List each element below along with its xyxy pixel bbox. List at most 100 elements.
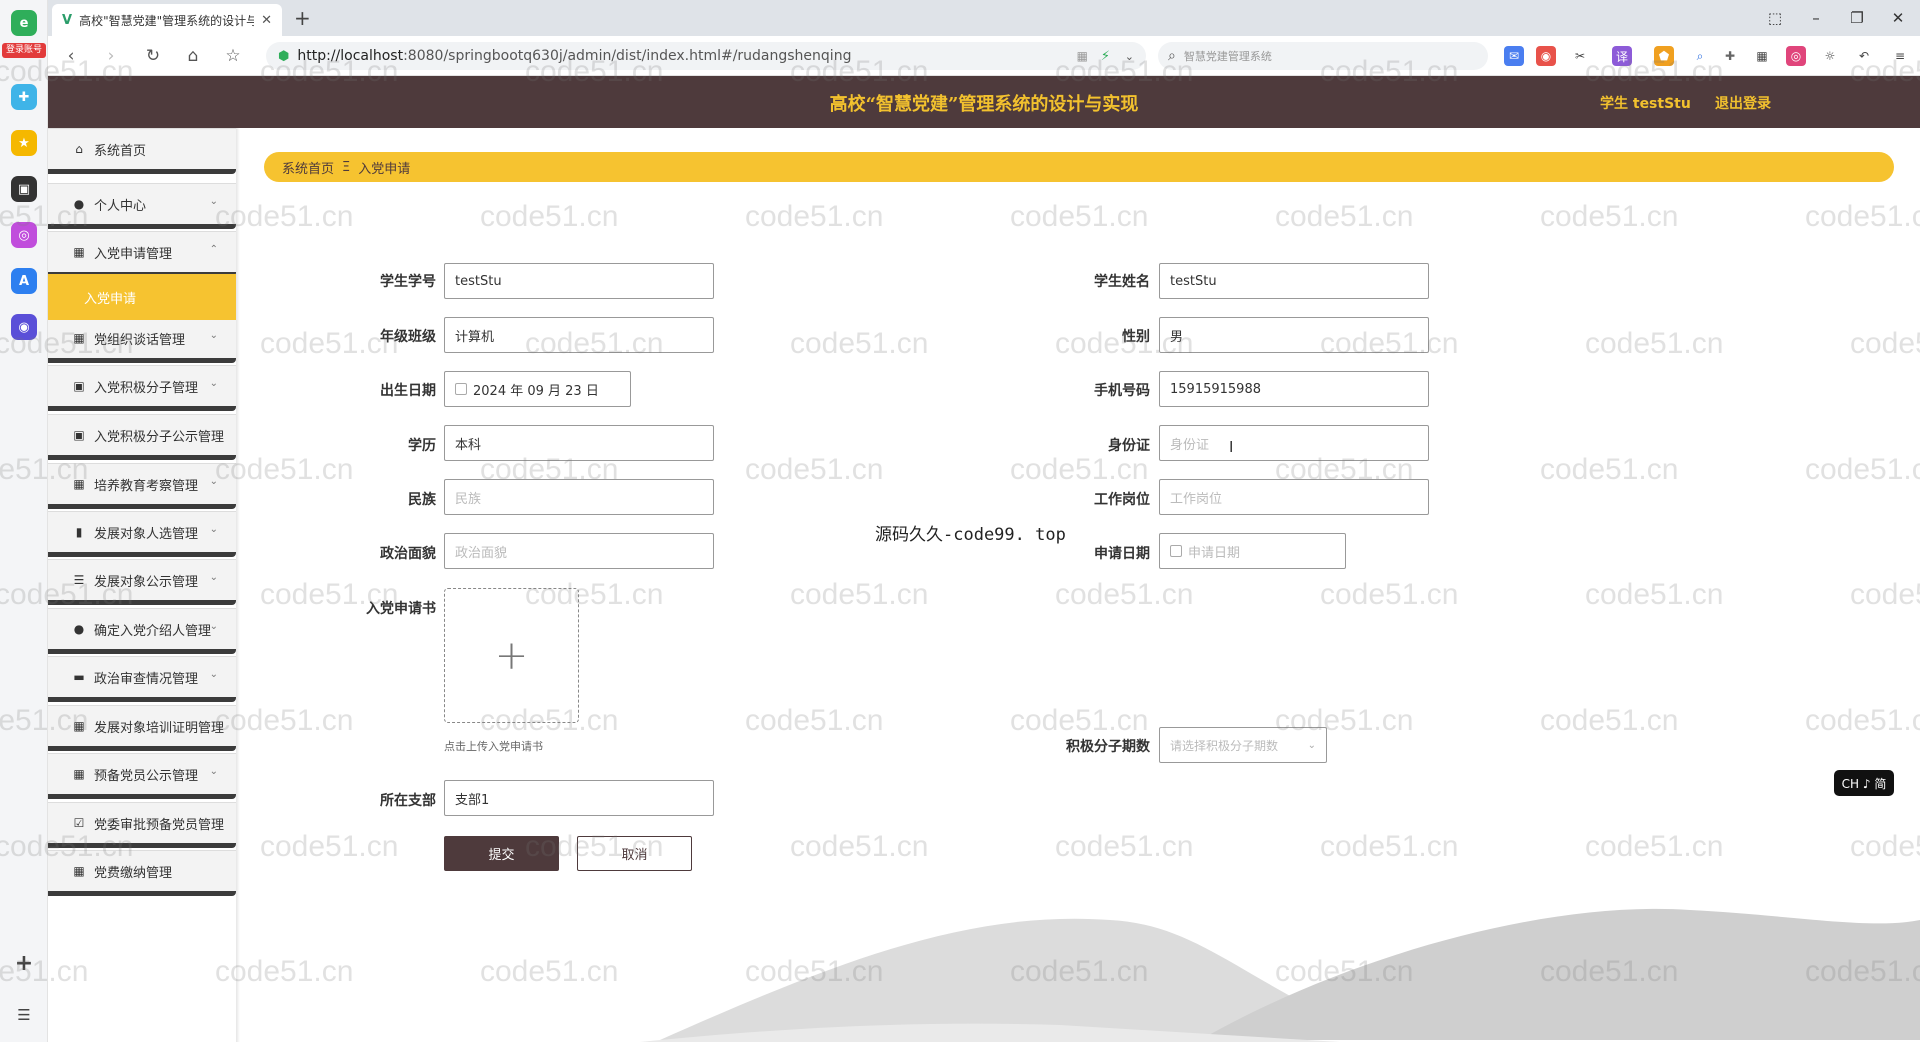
- sidebar-item[interactable]: ▦ 党费缴纳管理: [48, 850, 236, 896]
- chevron-down-icon: ⌄: [209, 330, 218, 341]
- url-dropdown-icon[interactable]: ⌄: [1125, 50, 1134, 63]
- undo-icon[interactable]: ↶: [1854, 46, 1874, 66]
- sidebar-item[interactable]: ● 确定入党介绍人管理 ⌄: [48, 608, 236, 654]
- apps-icon[interactable]: ✚: [11, 84, 37, 110]
- decorative-hills: [640, 908, 1920, 1042]
- class-field[interactable]: 计算机: [444, 317, 714, 353]
- new-tab-icon[interactable]: +: [294, 6, 311, 30]
- app-header: 高校“智慧党建”管理系统的设计与实现 学生 testStu 退出登录: [48, 76, 1920, 128]
- reload-icon[interactable]: ↻: [140, 44, 166, 68]
- idcard-field[interactable]: 身份证: [1159, 425, 1429, 461]
- ai-icon[interactable]: A: [11, 268, 37, 294]
- overlay-note: 源码久久-code99. top: [875, 525, 1066, 545]
- sidebar-item[interactable]: ▣ 入党积极分子公示管理: [48, 414, 236, 460]
- watermark-text: code51.cn: [1540, 704, 1679, 737]
- grid-icon: ▦: [73, 864, 85, 878]
- sidebar-item[interactable]: ▦ 发展对象培训证明管理: [48, 705, 236, 751]
- sidebar-item[interactable]: ▮ 发展对象人选管理 ⌄: [48, 511, 236, 557]
- sidebar-item-label: 预备党员公示管理: [94, 768, 199, 784]
- color-ext-icon[interactable]: ◎: [1786, 46, 1806, 66]
- submit-button[interactable]: 提交: [444, 836, 559, 871]
- tab-strip: V 高校"智慧党建"管理系统的设计与 ✕ + ⬚ – ❐ ✕: [48, 0, 1920, 36]
- period-select[interactable]: 请选择积极分子期数 ⌄: [1159, 727, 1327, 763]
- pin-icon[interactable]: ⬚: [1760, 6, 1790, 30]
- bookmark-star-icon[interactable]: ☆: [220, 44, 246, 68]
- student-name-field[interactable]: testStu: [1159, 263, 1429, 299]
- grid-apps-icon[interactable]: ▦: [1752, 46, 1772, 66]
- weibo-icon[interactable]: ◉: [1536, 46, 1556, 66]
- lightning-icon[interactable]: ⚡: [1101, 49, 1110, 64]
- favorites-icon[interactable]: ★: [11, 130, 37, 156]
- watermark-text: code51.cn: [745, 200, 884, 233]
- translate-icon[interactable]: 译: [1612, 46, 1632, 66]
- sidebar-item[interactable]: ☑ 党委审批预备党员管理: [48, 802, 236, 848]
- minimize-icon[interactable]: –: [1801, 6, 1831, 30]
- restore-icon[interactable]: ❐: [1842, 6, 1872, 30]
- shield-ext-icon[interactable]: ⬟: [1654, 46, 1674, 66]
- sidebar-item[interactable]: ☰ 发展对象公示管理 ⌄: [48, 559, 236, 605]
- robot-icon[interactable]: ◉: [11, 314, 37, 340]
- apply-date-field[interactable]: 申请日期: [1159, 533, 1346, 569]
- sidebar-item[interactable]: ▣ 入党积极分子管理 ⌄: [48, 365, 236, 411]
- student-no-field[interactable]: testStu: [444, 263, 714, 299]
- browser-menu-icon[interactable]: ≡: [1890, 46, 1910, 66]
- qr-icon[interactable]: ▦: [1077, 49, 1088, 63]
- home-page-icon[interactable]: ⌂: [180, 44, 206, 68]
- sidebar-item[interactable]: ▦ 入党申请管理 ⌃: [48, 231, 236, 277]
- calendar-icon: [1170, 545, 1182, 557]
- sidebar-item[interactable]: ● 个人中心 ⌄: [48, 183, 236, 229]
- sidebar-item[interactable]: ▦ 预备党员公示管理 ⌄: [48, 753, 236, 799]
- sidebar-item[interactable]: ▦ 党组织谈话管理 ⌄: [48, 317, 236, 363]
- forward-icon[interactable]: ›: [98, 44, 124, 68]
- watermark-text: code51.cn: [480, 955, 619, 988]
- political-status-field[interactable]: 政治面貌: [444, 533, 714, 569]
- add-icon[interactable]: +: [11, 950, 37, 976]
- browser-logo-icon[interactable]: e: [11, 10, 37, 36]
- logout-link[interactable]: 退出登录: [1715, 93, 1771, 113]
- scissors-icon[interactable]: ✂: [1570, 46, 1590, 66]
- sidebar-item-label: 个人中心: [94, 198, 147, 214]
- game-icon[interactable]: ▣: [11, 176, 37, 202]
- grid-icon: ▦: [73, 767, 85, 781]
- monitor-icon: ▬: [73, 670, 85, 684]
- sidebar-subitem-active[interactable]: 入党申请: [48, 274, 236, 320]
- watermark-text: code51.cn: [1805, 704, 1920, 737]
- cancel-button[interactable]: 取消: [577, 836, 692, 871]
- sidebar-item[interactable]: ⌂ 系统首页: [48, 128, 236, 174]
- puzzle-icon[interactable]: ✚: [1720, 46, 1740, 66]
- branch-field[interactable]: 支部1: [444, 780, 714, 816]
- mail-icon[interactable]: ✉: [1504, 46, 1524, 66]
- ime-indicator[interactable]: CH ♪ 简: [1834, 770, 1894, 796]
- chevron-down-icon: ⌄: [209, 621, 218, 632]
- nation-field[interactable]: 民族: [444, 479, 714, 515]
- sidebar-item[interactable]: ▦ 培养教育考察管理 ⌄: [48, 463, 236, 509]
- browser-tab[interactable]: V 高校"智慧党建"管理系统的设计与 ✕: [52, 4, 282, 36]
- brightness-icon[interactable]: ☼: [1820, 46, 1840, 66]
- education-field[interactable]: 本科: [444, 425, 714, 461]
- url-bar[interactable]: ⬢ http://localhost:8080/springbootq630j/…: [266, 42, 1146, 70]
- sidebar-item-label: 入党积极分子管理: [94, 380, 199, 396]
- upload-hint: 点击上传入党申请书: [444, 740, 543, 753]
- sidebar-item-label: 培养教育考察管理: [94, 478, 199, 494]
- breadcrumb-home[interactable]: 系统首页: [282, 158, 334, 177]
- find-icon[interactable]: ⌕: [1690, 46, 1710, 66]
- search-bar[interactable]: ⌕ 智慧党建管理系统: [1158, 42, 1488, 70]
- birth-date-field[interactable]: 2024 年 09 月 23 日: [444, 371, 631, 407]
- tab-close-icon[interactable]: ✕: [261, 13, 272, 28]
- gender-field[interactable]: 男: [1159, 317, 1429, 353]
- phone-label: 手机号码: [1094, 383, 1150, 399]
- back-icon[interactable]: ‹: [58, 44, 84, 68]
- birth-date-value: 2024 年 09 月 23 日: [473, 383, 599, 399]
- ai-assistant-icon[interactable]: ◎: [11, 222, 37, 248]
- menu-list-icon[interactable]: ☰: [11, 1002, 37, 1028]
- close-window-icon[interactable]: ✕: [1883, 6, 1913, 30]
- job-field[interactable]: 工作岗位: [1159, 479, 1429, 515]
- upload-letter-box[interactable]: +: [444, 588, 579, 723]
- sidebar-item[interactable]: ▬ 政治审查情况管理 ⌄: [48, 656, 236, 702]
- watermark-text: code51.cn: [790, 578, 929, 611]
- login-badge[interactable]: 登录账号: [2, 43, 46, 58]
- user-icon: ●: [73, 622, 85, 636]
- phone-field[interactable]: 15915915988: [1159, 371, 1429, 407]
- sidebar-item-label: 系统首页: [94, 143, 147, 159]
- birth-label: 出生日期: [380, 383, 436, 399]
